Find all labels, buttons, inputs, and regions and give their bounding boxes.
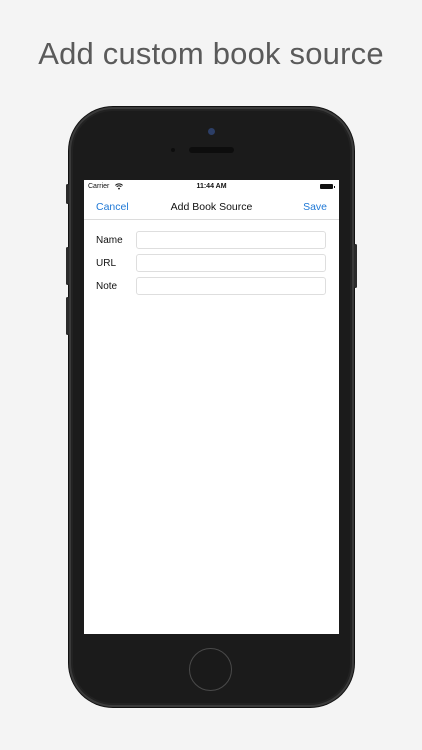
form-row-note: Note (84, 276, 339, 299)
page-title: Add Book Source (170, 201, 253, 213)
volume-up-button (66, 247, 69, 285)
book-source-form: Name URL Note (84, 230, 339, 299)
phone-frame: Carrier 11:44 AM Cancel Add Book Source … (66, 107, 357, 707)
volume-down-button (66, 297, 69, 335)
name-label: Name (96, 235, 123, 246)
earpiece-speaker (189, 147, 234, 153)
name-field[interactable] (136, 231, 326, 249)
front-camera (208, 128, 215, 135)
form-row-url: URL (84, 253, 339, 276)
home-button[interactable] (189, 648, 232, 691)
battery-icon (320, 184, 335, 189)
form-row-name: Name (84, 230, 339, 253)
url-label: URL (96, 258, 117, 269)
save-button[interactable]: Save (303, 201, 327, 213)
proximity-sensor (171, 148, 175, 152)
note-field[interactable] (136, 277, 326, 295)
status-bar: Carrier 11:44 AM (84, 180, 339, 194)
url-field[interactable] (136, 254, 326, 272)
note-label: Note (96, 281, 118, 292)
mute-switch (66, 184, 69, 204)
status-time: 11:44 AM (196, 183, 227, 190)
navigation-bar: Cancel Add Book Source Save (84, 194, 339, 220)
promo-headline: Add custom book source (38, 36, 384, 71)
phone-screen: Carrier 11:44 AM Cancel Add Book Source … (84, 180, 339, 634)
power-button (354, 244, 357, 288)
